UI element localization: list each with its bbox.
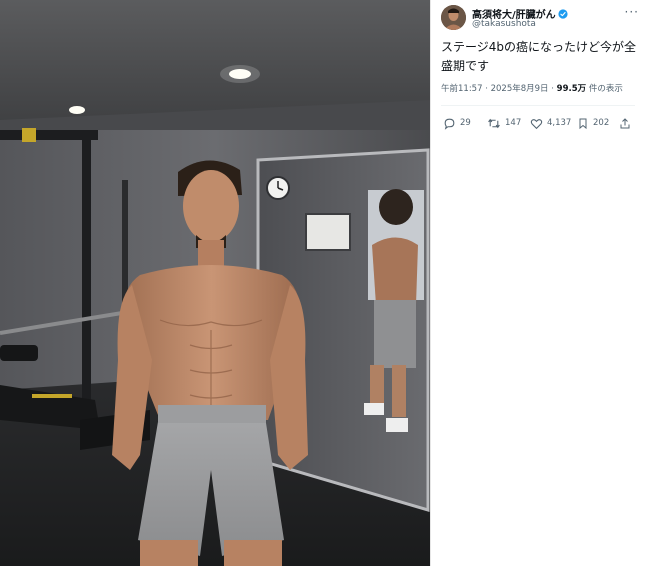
post-header: 高須将大/肝臓がん @takasushota ··· [441, 5, 639, 31]
user-handle[interactable]: @takasushota [472, 19, 536, 29]
bookmark-button[interactable]: 202 [577, 114, 609, 132]
views-count: 99.5万 [556, 84, 587, 94]
divider [441, 105, 635, 106]
share-button[interactable] [619, 114, 635, 132]
repost-button[interactable]: 147 [487, 114, 521, 132]
reply-button[interactable]: 29 [443, 114, 471, 132]
bookmark-icon [579, 118, 587, 129]
like-button[interactable]: 4,137 [530, 114, 571, 132]
like-icon [530, 118, 543, 129]
post-photo[interactable] [0, 0, 430, 566]
repost-count: 147 [505, 118, 522, 128]
reply-count: 29 [460, 118, 471, 128]
reply-icon [444, 118, 455, 130]
views-label: 件の表示 [588, 84, 623, 94]
action-bar: 29 147 4,137 202 [443, 114, 635, 132]
avatar-image [441, 5, 466, 30]
gym-photo-illustration [0, 0, 430, 566]
avatar[interactable] [441, 5, 466, 30]
like-count: 4,137 [547, 118, 572, 128]
repost-icon [488, 118, 500, 128]
bookmark-count: 202 [593, 118, 610, 128]
more-icon[interactable]: ··· [625, 5, 639, 19]
post-time[interactable]: 午前11:57 [441, 84, 483, 94]
share-icon [620, 117, 630, 128]
post-meta: 午前11:57 · 2025年8月9日 · 99.5万 件の表示 [441, 82, 623, 94]
verified-badge-icon [558, 9, 568, 19]
post-panel: 高須将大/肝臓がん @takasushota ··· ステージ4bの癌になったけ… [430, 0, 645, 566]
post-date[interactable]: 2025年8月9日 [491, 84, 549, 94]
post-text: ステージ4bの癌になったけど今が全盛期です [441, 40, 637, 73]
